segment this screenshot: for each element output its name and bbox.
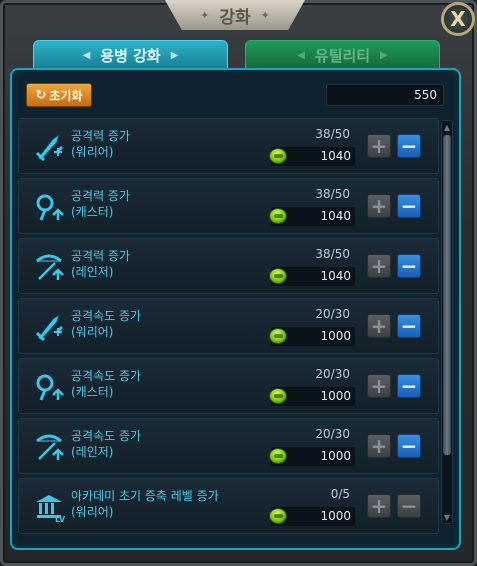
slime-currency-icon	[269, 148, 287, 164]
upgrade-cost: 1000	[320, 509, 351, 523]
scroll-down-arrow-icon[interactable]: ▼	[442, 511, 452, 523]
increase-button[interactable]: +	[367, 434, 391, 458]
tab-arrow-left-icon: ◀	[297, 49, 305, 61]
decrease-button[interactable]: −	[397, 194, 421, 218]
decrease-button[interactable]: −	[397, 134, 421, 158]
upgrade-row: 공격력 증가 (워리어) 38/50 1040 + −	[18, 118, 439, 174]
upgrade-class: (캐스터)	[71, 205, 114, 219]
decrease-button[interactable]: −	[397, 374, 421, 398]
slime-currency-icon	[269, 328, 287, 344]
upgrade-name: 아카데미 초기 증축 레벨 증가	[71, 489, 219, 503]
upgrade-cost: 1000	[320, 389, 351, 403]
upgrade-class: (캐스터)	[71, 385, 114, 399]
decrease-button[interactable]: −	[397, 494, 421, 518]
increase-button[interactable]: +	[367, 494, 391, 518]
currency-amount: 550	[414, 88, 437, 102]
currency-display: 550	[326, 84, 444, 106]
upgrade-level: 20/30	[315, 427, 350, 441]
scrollbar[interactable]: ▲ ▼	[441, 120, 453, 524]
slime-currency-icon	[269, 508, 287, 524]
refresh-icon: ↻	[35, 87, 47, 103]
upgrade-level: 20/30	[315, 307, 350, 321]
upgrade-level: 20/30	[315, 367, 350, 381]
upgrade-cost: 1000	[320, 449, 351, 463]
upgrade-row: 공격속도 증가 (워리어) 20/30 1000 + −	[18, 298, 439, 354]
upgrade-class: (워리어)	[71, 325, 114, 339]
upgrade-row: 공격속도 증가 (레인저) 20/30 1000 + −	[18, 418, 439, 474]
close-button[interactable]: X	[441, 2, 475, 36]
upgrade-row: 공격력 증가 (레인저) 38/50 1040 + −	[18, 238, 439, 294]
increase-button[interactable]: +	[367, 194, 391, 218]
title-deco-left-icon: ✦	[200, 8, 210, 22]
upgrade-cost: 1040	[320, 269, 351, 283]
bow-icon	[33, 251, 65, 283]
scroll-thumb[interactable]	[443, 135, 451, 455]
upgrade-cost: 1040	[320, 149, 351, 163]
academy-icon: LV	[33, 491, 66, 524]
upgrade-level: 0/5	[330, 487, 350, 501]
upgrade-name: 공격속도 증가	[71, 429, 142, 443]
caster-icon	[33, 371, 65, 403]
upgrade-name: 공격력 증가	[71, 249, 131, 263]
sword-icon	[33, 311, 65, 343]
scroll-up-arrow-icon[interactable]: ▲	[442, 121, 452, 133]
close-icon: X	[450, 7, 466, 31]
upgrade-row: 공격속도 증가 (캐스터) 20/30 1000 + −	[18, 358, 439, 414]
tab-label: 용병 강화	[100, 46, 161, 65]
reset-label: 초기화	[49, 88, 83, 103]
caster-icon	[33, 191, 65, 223]
decrease-button[interactable]: −	[397, 314, 421, 338]
upgrade-name: 공격력 증가	[71, 189, 131, 203]
tab-arrow-right-icon: ▶	[380, 49, 388, 61]
tab-utility[interactable]: ◀ 유틸리티 ▶	[245, 40, 440, 70]
tab-arrow-left-icon: ◀	[82, 49, 91, 61]
title-deco-right-icon: ✦	[260, 8, 270, 22]
window-title: 강화	[219, 7, 251, 28]
decrease-button[interactable]: −	[397, 434, 421, 458]
slime-currency-icon	[269, 208, 287, 224]
upgrade-row: LV 아카데미 초기 증축 레벨 증가 (워리어) 0/5 1000 + −	[18, 478, 439, 534]
upgrade-level: 38/50	[315, 187, 350, 201]
slime-currency-icon	[269, 388, 287, 404]
increase-button[interactable]: +	[367, 134, 391, 158]
bow-icon	[33, 431, 65, 463]
upgrade-cost: 1000	[320, 329, 351, 343]
window-title-plate: ✦ 강화 ✦	[165, 0, 305, 30]
upgrade-level: 38/50	[315, 247, 350, 261]
upgrade-name: 공격력 증가	[71, 129, 131, 143]
decrease-button[interactable]: −	[397, 254, 421, 278]
tab-mercenary-upgrade[interactable]: ◀ 용병 강화 ▶	[33, 40, 228, 70]
slime-currency-icon	[269, 268, 287, 284]
upgrade-name: 공격속도 증가	[71, 369, 142, 383]
upgrade-level: 38/50	[315, 127, 350, 141]
upgrade-class: (워리어)	[71, 505, 114, 519]
sword-icon	[33, 131, 65, 163]
slime-currency-icon	[269, 448, 287, 464]
increase-button[interactable]: +	[367, 314, 391, 338]
upgrade-name: 공격속도 증가	[71, 309, 142, 323]
increase-button[interactable]: +	[367, 374, 391, 398]
svg-text:LV: LV	[55, 515, 65, 523]
reset-button[interactable]: ↻ 초기화	[26, 83, 92, 107]
increase-button[interactable]: +	[367, 254, 391, 278]
upgrade-row: 공격력 증가 (캐스터) 38/50 1040 + −	[18, 178, 439, 234]
upgrade-class: (워리어)	[71, 145, 114, 159]
tab-label: 유틸리티	[314, 46, 371, 65]
upgrade-cost: 1040	[320, 209, 351, 223]
upgrade-class: (레인저)	[71, 265, 114, 279]
tab-arrow-right-icon: ▶	[170, 49, 179, 61]
upgrade-class: (레인저)	[71, 445, 114, 459]
